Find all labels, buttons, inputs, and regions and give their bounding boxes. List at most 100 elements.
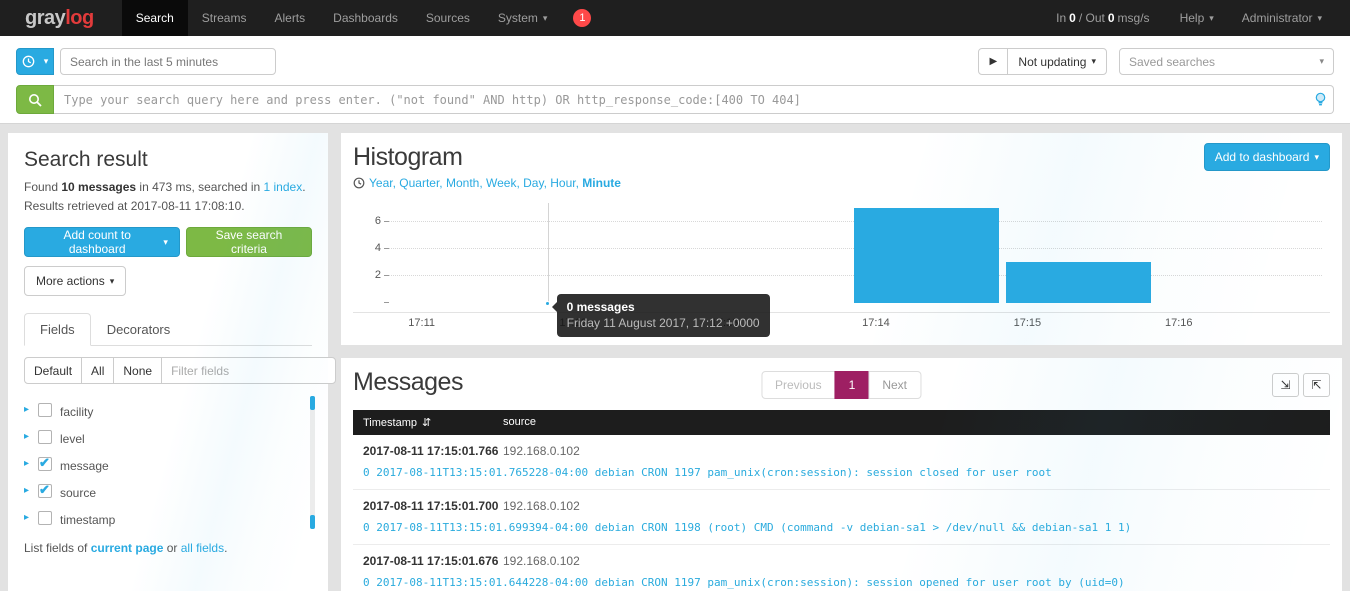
message-source: 192.168.0.102	[503, 554, 580, 568]
timerange-input[interactable]	[60, 48, 276, 75]
y-tick-label: 6	[363, 215, 381, 227]
user-menu[interactable]: Administrator▾	[1228, 0, 1336, 36]
field-checkbox[interactable]	[38, 430, 52, 444]
nav-item-streams[interactable]: Streams	[188, 0, 261, 36]
nav-item-system[interactable]: System▾	[484, 0, 562, 36]
saved-searches-select[interactable]: Saved searches ▾	[1119, 48, 1334, 75]
expand-messages-button[interactable]: ⇲	[1272, 373, 1299, 397]
index-link[interactable]: 1 index	[264, 180, 303, 194]
resume-search-button[interactable]: ▶	[978, 48, 1008, 75]
message-row[interactable]: 2017-08-11 17:15:01.700 192.168.0.102 0 …	[353, 490, 1330, 545]
sort-icon[interactable]: ⇵	[422, 416, 431, 429]
timerange-dropdown-button[interactable]: ▾	[16, 48, 54, 75]
notification-badge[interactable]: 1	[573, 9, 591, 27]
query-help-lightbulb-icon[interactable]	[1315, 92, 1326, 108]
resolution-link-minute[interactable]: Minute	[582, 176, 621, 190]
logo-text-gray: gray	[25, 7, 65, 30]
pagination-next[interactable]: Next	[868, 371, 921, 399]
pagination-previous[interactable]: Previous	[761, 371, 836, 399]
result-summary: Found 10 messages in 473 ms, searched in…	[24, 178, 312, 215]
timestamp-column-header[interactable]: Timestamp	[363, 417, 417, 429]
caret-down-icon: ▾	[1314, 152, 1319, 163]
resolution-link-day[interactable]: Day	[523, 176, 543, 190]
y-tick-label: 4	[363, 242, 381, 254]
current-page-link[interactable]: current page	[91, 541, 164, 555]
fields-default-button[interactable]: Default	[24, 357, 82, 384]
field-checkbox[interactable]	[38, 484, 52, 498]
top-navbar: graylog Search Streams Alerts Dashboards…	[0, 0, 1350, 36]
histogram-bar-17:14[interactable]	[854, 208, 999, 303]
messages-panel: Messages Previous 1 Next ⇲ ⇱ Timestamp ⇵…	[341, 358, 1342, 591]
nav-item-sources[interactable]: Sources	[412, 0, 484, 36]
resolution-link-year[interactable]: Year	[369, 176, 393, 190]
caret-down-icon: ▾	[1319, 56, 1324, 67]
field-list-scrollbar[interactable]	[310, 396, 315, 529]
pagination-page-1[interactable]: 1	[835, 371, 870, 399]
histogram-bar-17:15[interactable]	[1006, 262, 1151, 303]
resolution-link-quarter[interactable]: Quarter	[399, 176, 439, 190]
search-query-input[interactable]	[54, 85, 1334, 114]
message-row[interactable]: 2017-08-11 17:15:01.676 192.168.0.102 0 …	[353, 545, 1330, 591]
play-icon: ▶	[990, 56, 998, 67]
message-text[interactable]: 0 2017-08-11T13:15:01.699394-04:00 debia…	[353, 521, 1330, 534]
collapse-messages-button[interactable]: ⇱	[1303, 373, 1330, 397]
axis-tick	[384, 248, 389, 249]
search-submit-button[interactable]	[16, 85, 54, 114]
pagination: Previous 1 Next	[762, 371, 921, 399]
axis-tick	[384, 275, 389, 276]
fields-all-button[interactable]: All	[81, 357, 114, 384]
expand-caret-icon[interactable]: ▸	[24, 512, 38, 523]
nav-item-alerts[interactable]: Alerts	[260, 0, 319, 36]
message-text[interactable]: 0 2017-08-11T13:15:01.765228-04:00 debia…	[353, 466, 1330, 479]
expand-caret-icon[interactable]: ▸	[24, 431, 38, 442]
x-axis-labels: 17:1117:1217:1317:1417:1517:16	[389, 313, 1322, 331]
x-tick-label: 17:16	[1165, 317, 1193, 329]
all-fields-link[interactable]: all fields	[181, 541, 224, 555]
expand-caret-icon[interactable]: ▸	[24, 404, 38, 415]
field-row-level[interactable]: ▸ level	[24, 423, 312, 450]
help-menu[interactable]: Help▾	[1166, 0, 1228, 36]
message-source: 192.168.0.102	[503, 444, 580, 458]
nav-item-dashboards[interactable]: Dashboards	[319, 0, 412, 36]
field-row-facility[interactable]: ▸ facility	[24, 396, 312, 423]
field-row-message[interactable]: ▸ message	[24, 450, 312, 477]
filter-fields-input[interactable]	[161, 357, 336, 384]
field-checkbox[interactable]	[38, 511, 52, 525]
scrollbar-thumb[interactable]	[310, 515, 315, 529]
nav-item-search[interactable]: Search	[122, 0, 188, 36]
search-controls-bar: ▾ ▶ Not updating▾ Saved searches ▾	[0, 36, 1350, 124]
add-to-dashboard-button[interactable]: Add to dashboard▾	[1204, 143, 1330, 171]
x-tick-label: 17:15	[1014, 317, 1042, 329]
save-search-criteria-button[interactable]: Save search criteria	[186, 227, 312, 257]
field-row-source[interactable]: ▸ source	[24, 477, 312, 504]
field-checkbox[interactable]	[38, 457, 52, 471]
caret-down-icon: ▾	[44, 56, 49, 67]
chart-tooltip: 0 messages Friday 11 August 2017, 17:12 …	[557, 294, 770, 337]
resolution-link-month[interactable]: Month	[446, 176, 479, 190]
message-timestamp: 2017-08-11 17:15:01.676	[353, 554, 503, 568]
expand-caret-icon[interactable]: ▸	[24, 485, 38, 496]
add-count-to-dashboard-button[interactable]: Add count to dashboard▾	[24, 227, 180, 257]
resolution-link-hour[interactable]: Hour	[550, 176, 575, 190]
resolution-link-week[interactable]: Week	[486, 176, 516, 190]
expand-caret-icon[interactable]: ▸	[24, 458, 38, 469]
caret-down-icon: ▾	[163, 237, 168, 248]
axis-tick	[384, 302, 389, 303]
navbar-right: In 0 / Out 0 msg/s Help▾ Administrator▾	[1040, 0, 1350, 36]
message-row[interactable]: 2017-08-11 17:15:01.766 192.168.0.102 0 …	[353, 435, 1330, 490]
chart-plot-area: 0 messages Friday 11 August 2017, 17:12 …	[389, 203, 1322, 303]
x-tick-label: 17:14	[862, 317, 890, 329]
field-row-timestamp[interactable]: ▸ timestamp	[24, 504, 312, 531]
fields-none-button[interactable]: None	[113, 357, 162, 384]
more-actions-button[interactable]: More actions▾	[24, 266, 126, 296]
tab-decorators[interactable]: Decorators	[91, 313, 187, 346]
field-checkbox[interactable]	[38, 403, 52, 417]
refresh-interval-dropdown[interactable]: Not updating▾	[1007, 48, 1107, 75]
tab-fields[interactable]: Fields	[24, 313, 91, 346]
search-result-sidebar: Search result Found 10 messages in 473 m…	[8, 133, 328, 591]
message-text[interactable]: 0 2017-08-11T13:15:01.644228-04:00 debia…	[353, 576, 1330, 589]
graylog-logo[interactable]: graylog	[0, 0, 122, 36]
scrollbar-thumb[interactable]	[310, 396, 315, 410]
chart-hover-dot	[545, 301, 550, 306]
source-column-header[interactable]: source	[503, 410, 536, 435]
